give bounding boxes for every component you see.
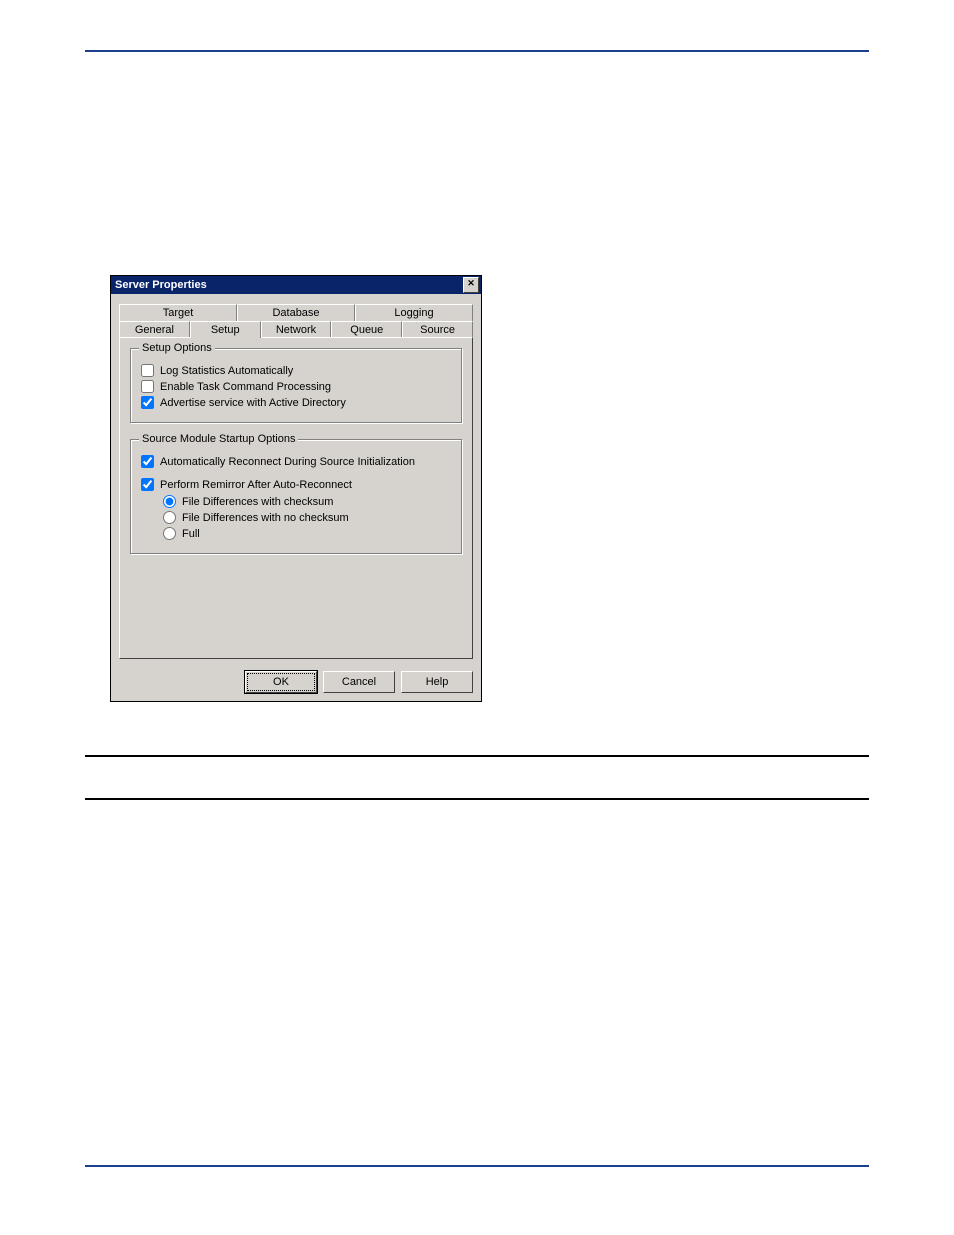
radio-input[interactable] xyxy=(163,495,176,508)
divider-rule-2 xyxy=(85,798,869,800)
tab-strip: Target Database Logging General Setup Ne… xyxy=(119,304,473,659)
ok-button[interactable]: OK xyxy=(245,671,317,693)
tab-target[interactable]: Target xyxy=(119,304,237,321)
tab-label: Logging xyxy=(394,307,433,319)
tab-label: Network xyxy=(276,324,316,336)
button-label: Cancel xyxy=(342,676,376,688)
help-button[interactable]: Help xyxy=(401,671,473,693)
radio-input[interactable] xyxy=(163,511,176,524)
radio-input[interactable] xyxy=(163,527,176,540)
group-setup-options: Setup Options Log Statistics Automatical… xyxy=(130,348,462,423)
radio-label: File Differences with no checksum xyxy=(182,512,349,524)
tab-label: Source xyxy=(420,324,455,336)
radio-file-diff-checksum[interactable]: File Differences with checksum xyxy=(163,495,451,508)
tab-label: General xyxy=(135,324,174,336)
close-icon[interactable] xyxy=(463,277,479,293)
tab-panel-setup: Setup Options Log Statistics Automatical… xyxy=(119,337,473,659)
radio-label: File Differences with checksum xyxy=(182,496,333,508)
tab-row-back: Target Database Logging xyxy=(119,304,473,321)
radio-full[interactable]: Full xyxy=(163,527,451,540)
tab-source[interactable]: Source xyxy=(402,321,473,338)
footer-rule xyxy=(85,1165,869,1167)
group-title: Setup Options xyxy=(139,342,215,354)
group-title: Source Module Startup Options xyxy=(139,433,298,445)
tab-setup[interactable]: Setup xyxy=(190,321,261,338)
tab-network[interactable]: Network xyxy=(261,321,332,338)
checkbox-enable-task-command[interactable] xyxy=(141,380,154,393)
dialog-body: Target Database Logging General Setup Ne… xyxy=(111,294,481,667)
tab-queue[interactable]: Queue xyxy=(331,321,402,338)
tab-label: Setup xyxy=(211,324,240,336)
checkbox-advertise-ad[interactable] xyxy=(141,396,154,409)
dialog-buttons: OK Cancel Help xyxy=(111,667,481,701)
radio-label: Full xyxy=(182,528,200,540)
tab-general[interactable]: General xyxy=(119,321,190,338)
checkbox-label: Log Statistics Automatically xyxy=(160,365,293,377)
tab-label: Queue xyxy=(350,324,383,336)
tab-logging[interactable]: Logging xyxy=(355,304,473,321)
check-auto-reconnect[interactable]: Automatically Reconnect During Source In… xyxy=(141,455,451,468)
radio-group-remirror-type: File Differences with checksum File Diff… xyxy=(163,495,451,540)
check-log-statistics[interactable]: Log Statistics Automatically xyxy=(141,364,451,377)
checkbox-perform-remirror[interactable] xyxy=(141,478,154,491)
server-properties-dialog: Server Properties Target Database Loggin… xyxy=(110,275,482,702)
tab-database[interactable]: Database xyxy=(237,304,355,321)
page: Server Properties Target Database Loggin… xyxy=(0,0,954,1235)
radio-file-diff-no-checksum[interactable]: File Differences with no checksum xyxy=(163,511,451,524)
tab-label: Database xyxy=(272,307,319,319)
group-source-module-startup: Source Module Startup Options Automatica… xyxy=(130,439,462,554)
checkbox-label: Automatically Reconnect During Source In… xyxy=(160,456,415,468)
button-label: OK xyxy=(247,673,315,691)
check-perform-remirror[interactable]: Perform Remirror After Auto-Reconnect xyxy=(141,478,451,491)
header-rule xyxy=(85,50,869,52)
checkbox-auto-reconnect[interactable] xyxy=(141,455,154,468)
title-bar: Server Properties xyxy=(111,276,481,294)
tab-label: Target xyxy=(163,307,194,319)
button-label: Help xyxy=(426,676,449,688)
divider-rule-1 xyxy=(85,755,869,757)
check-enable-task-command[interactable]: Enable Task Command Processing xyxy=(141,380,451,393)
dialog-title: Server Properties xyxy=(115,279,207,291)
checkbox-label: Advertise service with Active Directory xyxy=(160,397,346,409)
cancel-button[interactable]: Cancel xyxy=(323,671,395,693)
check-advertise-ad[interactable]: Advertise service with Active Directory xyxy=(141,396,451,409)
tab-row-front: General Setup Network Queue Source xyxy=(119,321,473,338)
checkbox-label: Perform Remirror After Auto-Reconnect xyxy=(160,479,352,491)
checkbox-label: Enable Task Command Processing xyxy=(160,381,331,393)
checkbox-log-statistics[interactable] xyxy=(141,364,154,377)
